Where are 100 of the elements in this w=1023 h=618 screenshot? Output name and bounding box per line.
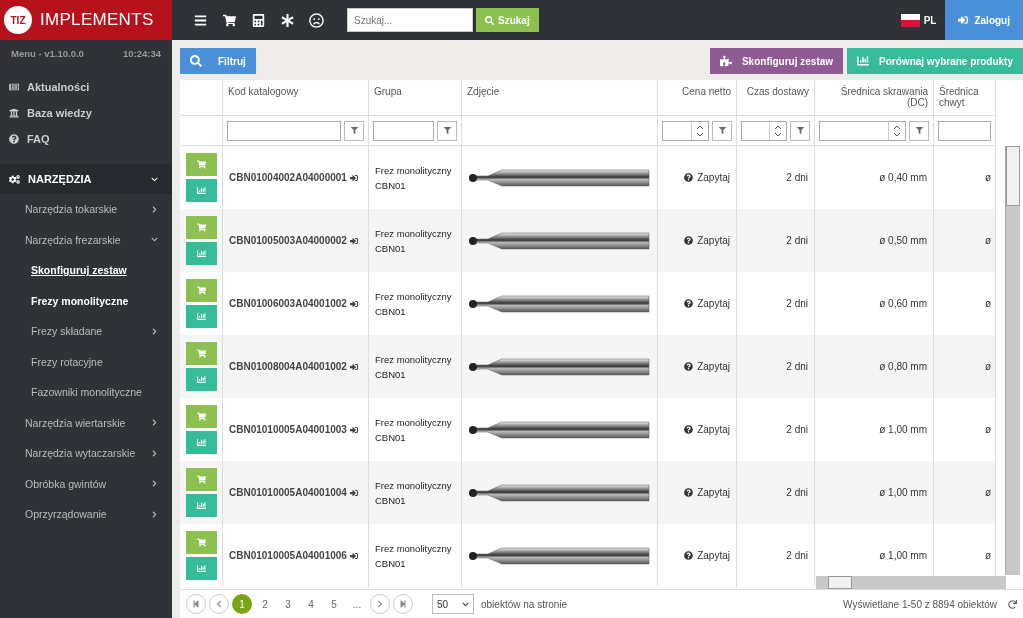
asterisk-icon[interactable] <box>281 13 294 27</box>
brand-name: IMPLEMENTS <box>40 10 154 30</box>
group-name: Frez monolityczny CBN01 <box>375 415 453 445</box>
compare-button[interactable] <box>185 431 217 454</box>
column-header[interactable]: Zdjęcie <box>462 80 658 116</box>
add-to-cart-button[interactable] <box>185 279 217 302</box>
sidebar-item[interactable]: FAQ <box>0 126 172 152</box>
cutting-diameter: ø 0,50 mm <box>879 235 927 246</box>
column-header[interactable]: Średnica skrawania (DC) <box>815 80 934 116</box>
compare-button[interactable] <box>185 179 217 202</box>
column-header[interactable]: Cena netto <box>658 80 737 116</box>
filter-button[interactable] <box>437 120 457 141</box>
sidebar-section[interactable]: NARZĘDZIA <box>0 164 172 194</box>
page-button[interactable]: 5 <box>324 594 344 614</box>
menu-icon[interactable] <box>194 13 207 27</box>
refresh-icon[interactable] <box>1008 599 1017 609</box>
frown-icon[interactable] <box>309 12 324 28</box>
sign-in-icon <box>349 362 358 371</box>
page-size-label: obiektów na stronie <box>481 598 568 610</box>
column-header[interactable]: Średnica chwyt <box>934 80 996 116</box>
sidebar-item[interactable]: Oprzyrządowanie <box>0 499 172 530</box>
add-to-cart-button[interactable] <box>185 153 217 176</box>
add-to-cart-button[interactable] <box>185 405 217 428</box>
catalog-code[interactable]: CBN01010005A04001003 <box>229 424 358 435</box>
spinner-icon[interactable] <box>774 123 782 138</box>
language-label[interactable]: PL <box>923 14 937 26</box>
number-field[interactable] <box>819 120 906 141</box>
section-label: NARZĘDZIA <box>28 173 93 185</box>
spinner-icon[interactable] <box>893 123 901 138</box>
chevron-right-icon <box>376 600 384 608</box>
number-field[interactable] <box>741 120 787 141</box>
compare-button[interactable] <box>185 368 217 391</box>
sidebar-item[interactable]: Frezy monolityczne <box>0 285 172 316</box>
add-to-cart-button[interactable] <box>185 531 217 554</box>
sidebar-item[interactable]: Frezy rotacyjne <box>0 346 172 377</box>
page-button[interactable]: ... <box>347 594 367 614</box>
first-page-button[interactable] <box>186 594 206 614</box>
compare-button[interactable] <box>185 305 217 328</box>
filter-button[interactable] <box>790 120 810 141</box>
filter-field[interactable] <box>938 120 991 141</box>
filter-field[interactable] <box>227 120 341 141</box>
group-name: Frez monolityczny CBN01 <box>375 226 453 256</box>
flag-icon[interactable] <box>900 13 920 27</box>
sidebar-item[interactable]: Fazowniki monolityczne <box>0 377 172 408</box>
sidebar-item[interactable]: Obróbka gwintów <box>0 468 172 499</box>
shank-diameter: ø <box>984 235 991 246</box>
filter-button[interactable] <box>344 120 364 141</box>
filter-button[interactable] <box>712 120 732 141</box>
catalog-code[interactable]: CBN01005003A04000002 <box>229 235 358 246</box>
sidebar-item[interactable]: Aktualności <box>0 74 172 100</box>
horizontal-scrollbar[interactable] <box>816 576 1006 589</box>
filter-field[interactable] <box>373 120 434 141</box>
compare-button[interactable] <box>185 557 217 580</box>
compare-button[interactable] <box>185 242 217 265</box>
catalog-code[interactable]: CBN01010005A04001006 <box>229 550 358 561</box>
delivery-time: 2 dni <box>786 487 808 498</box>
search-field[interactable]: Szukaj... <box>347 8 473 32</box>
sidebar-item[interactable]: Frezy składane <box>0 316 172 347</box>
filter-icon <box>350 127 358 134</box>
previous-page-button[interactable] <box>209 594 229 614</box>
newspaper-icon <box>9 82 19 92</box>
sidebar-item[interactable]: Narzędzia frezarskie <box>0 224 172 255</box>
cart-icon <box>196 349 206 358</box>
catalog-code[interactable]: CBN01010005A04001004 <box>229 487 358 498</box>
bar-chart-icon <box>196 438 206 447</box>
catalog-code[interactable]: CBN01008004A04001002 <box>229 361 358 372</box>
vertical-scrollbar[interactable] <box>1005 146 1020 575</box>
sidebar-link[interactable]: Skonfiguruj zestaw <box>0 255 172 286</box>
spinner-icon[interactable] <box>696 123 704 138</box>
shank-diameter: ø <box>984 361 991 372</box>
help-icon <box>684 488 694 497</box>
page-button[interactable]: 2 <box>255 594 275 614</box>
number-field[interactable] <box>662 120 709 141</box>
calculator-icon[interactable] <box>252 13 265 27</box>
column-header[interactable]: Kod katalogowy <box>223 80 369 116</box>
filter-button[interactable] <box>909 120 929 141</box>
add-to-cart-button[interactable] <box>185 216 217 239</box>
compare-button[interactable] <box>185 494 217 517</box>
page-size-select[interactable]: 50 <box>432 594 474 614</box>
sidebar-item[interactable]: Narzędzia wiertarskie <box>0 407 172 438</box>
help-icon <box>684 173 694 182</box>
bar-chart-icon <box>196 249 206 258</box>
cutting-diameter: ø 1,00 mm <box>879 487 927 498</box>
add-to-cart-button[interactable] <box>185 468 217 491</box>
last-page-button[interactable] <box>393 594 413 614</box>
sidebar-item[interactable]: Narzędzia tokarskie <box>0 194 172 225</box>
sidebar-item[interactable]: Baza wiedzy <box>0 100 172 126</box>
sidebar-item[interactable]: Narzędzia wytaczarskie <box>0 438 172 469</box>
add-to-cart-button[interactable] <box>185 342 217 365</box>
column-header[interactable]: Czas dostawy <box>737 80 815 116</box>
page-button[interactable]: 3 <box>278 594 298 614</box>
help-icon <box>684 551 694 560</box>
column-header[interactable]: Grupa <box>369 80 462 116</box>
catalog-code[interactable]: CBN01006003A04001002 <box>229 298 358 309</box>
configure-button[interactable]: Skonfiguruj zestaw <box>709 48 844 74</box>
page-button[interactable]: 4 <box>301 594 321 614</box>
next-page-button[interactable] <box>370 594 390 614</box>
catalog-code[interactable]: CBN01004002A04000001 <box>229 172 358 183</box>
cutting-diameter: ø 0,80 mm <box>879 361 927 372</box>
cart-icon[interactable] <box>223 13 236 27</box>
